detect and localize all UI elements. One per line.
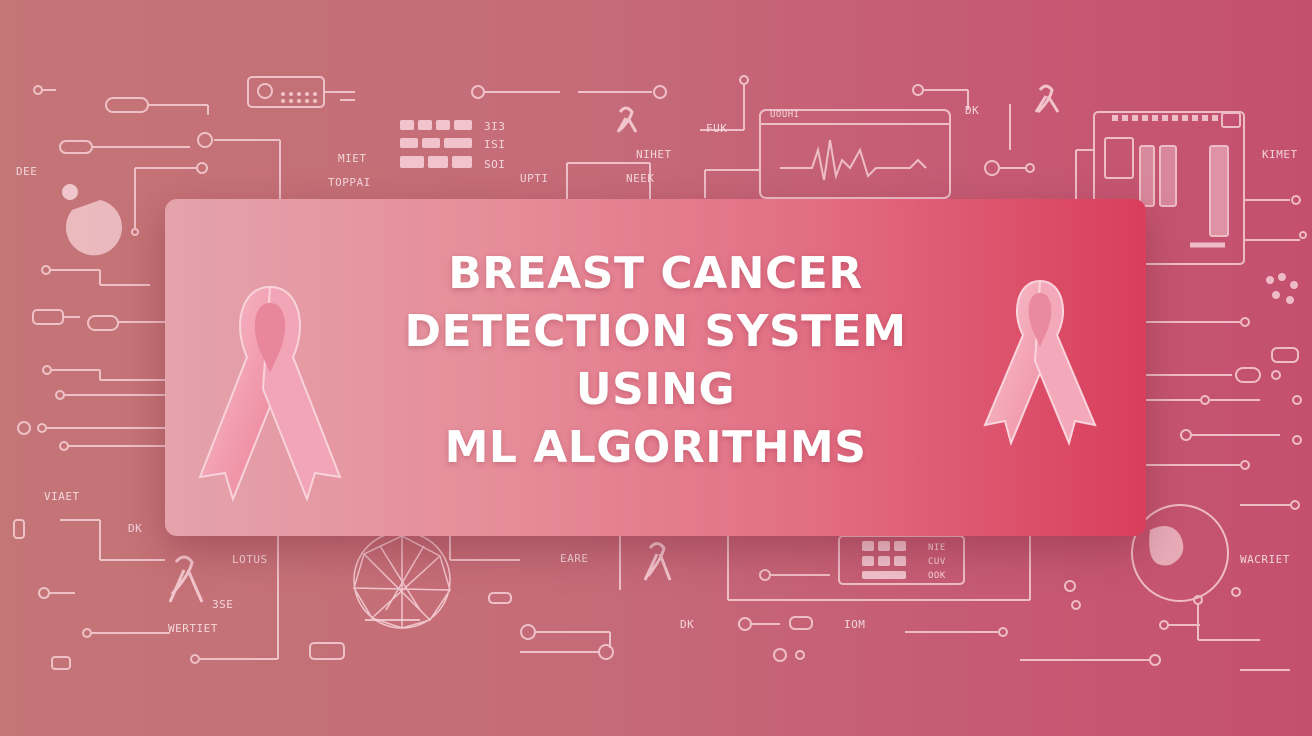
bg-label: 3SE <box>212 598 234 611</box>
bg-label: CUV <box>928 557 946 567</box>
bg-label: EARE <box>560 552 589 565</box>
awareness-ribbon-icon <box>983 279 1097 447</box>
bg-label: WACRIET <box>1240 553 1290 566</box>
bg-label: WERTIET <box>168 622 218 635</box>
bg-label: DK <box>128 522 143 535</box>
globe-wireframe-icon <box>353 531 451 629</box>
bg-label: DEE <box>16 165 38 178</box>
bg-label: KIMET <box>1262 148 1298 161</box>
bg-label: OOK <box>928 571 946 581</box>
bg-label: ISI <box>484 138 506 151</box>
bg-label: NEEK <box>626 172 655 185</box>
bg-label: MIET <box>338 152 367 165</box>
bg-label: NIHET <box>636 148 672 161</box>
bg-label: UPTI <box>520 172 549 185</box>
bg-label: UOUHI <box>770 110 800 120</box>
bg-label: SOI <box>484 158 506 171</box>
bg-label: FUK <box>706 122 728 135</box>
bg-label: VIAET <box>44 490 80 503</box>
bg-label: DK <box>680 618 695 631</box>
bg-label: LOTUS <box>232 553 268 566</box>
bg-label: NIE <box>928 543 946 553</box>
bg-label: 3I3 <box>484 120 506 133</box>
title-banner: BREAST CANCER DETECTION SYSTEM USING ML … <box>165 199 1146 536</box>
bg-label: DK <box>965 104 980 117</box>
bg-label: IOM <box>844 618 866 631</box>
bg-label: TOPPAI <box>328 176 371 189</box>
